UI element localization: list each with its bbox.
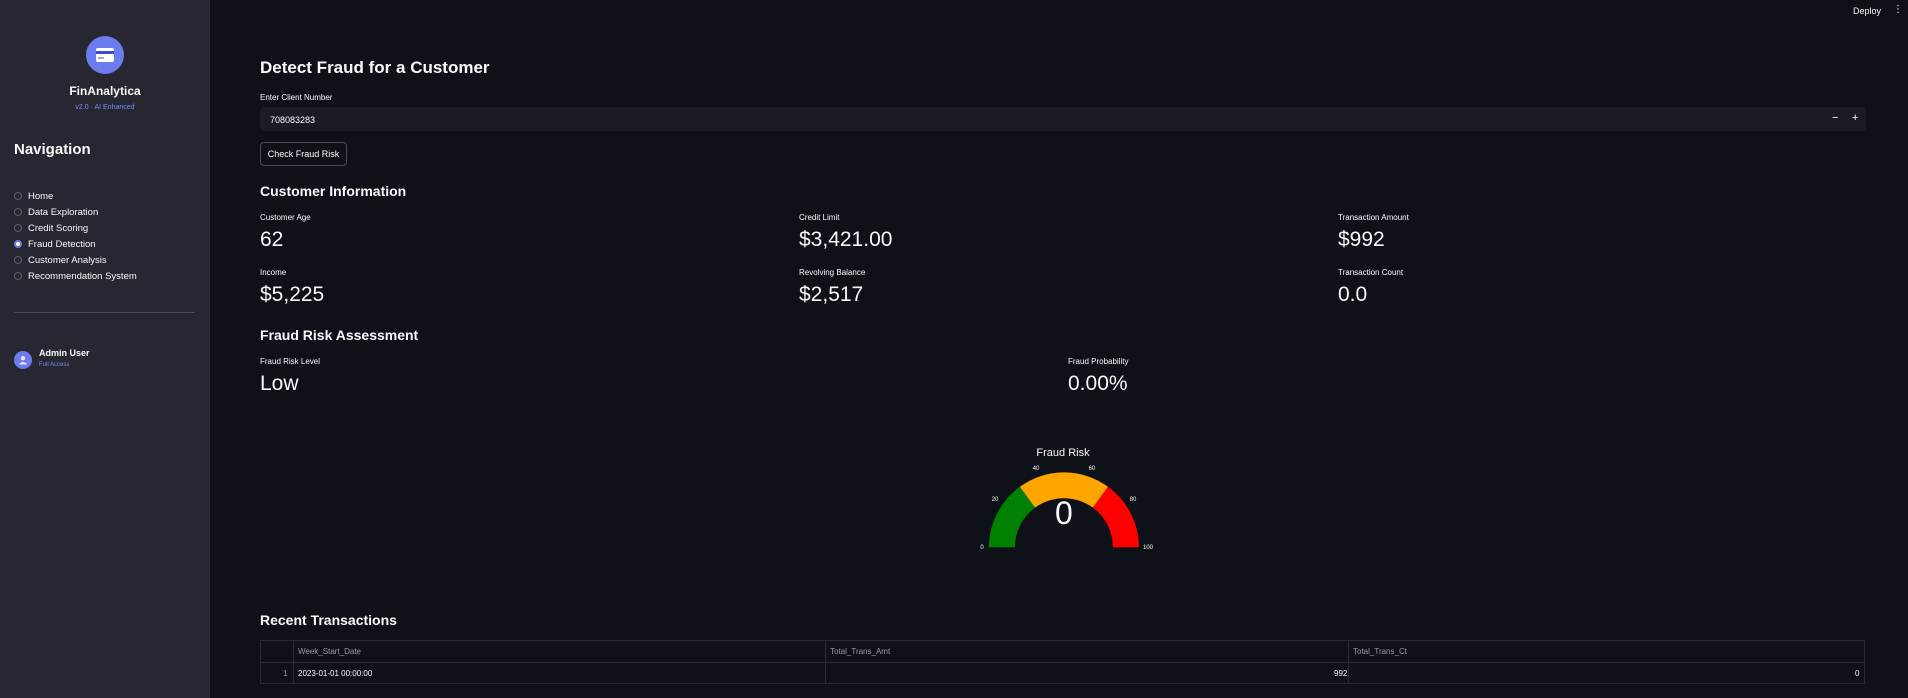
row-divider [261,662,1864,663]
nav-item-label: Fraud Detection [28,238,96,250]
metric-value: 0.0 [1338,283,1368,306]
metric-label: Transaction Amount [1338,213,1409,222]
nav-item-data-exploration[interactable]: Data Exploration [14,204,137,220]
column-divider [825,641,826,683]
gauge-tick: 100 [1143,545,1154,551]
metric-value: $992 [1338,228,1385,251]
nav-title: Navigation [14,141,91,158]
nav-item-fraud-detection[interactable]: Fraud Detection [14,236,137,252]
radio-icon [14,192,22,200]
client-number-input[interactable] [268,107,1772,133]
gauge-tick: 80 [1130,497,1137,503]
brand-name: FinAnalytica [69,84,141,98]
radio-icon [14,256,22,264]
metric-label: Transaction Count [1338,268,1404,277]
credit-card-icon [96,48,114,62]
nav-item-home[interactable]: Home [14,188,137,204]
metric-label: Income [260,268,287,277]
metric-label: Revolving Balance [799,268,866,277]
metric-value: $3,421.00 [799,228,893,251]
column-header[interactable]: Week_Start_Date [298,641,361,662]
nav-item-label: Home [28,190,54,202]
nav-list: Home Data Exploration Credit Scoring Fra… [14,188,137,284]
metric-value: $2,517 [799,283,864,306]
metric-value: 62 [260,228,284,251]
risk-level-value: Low [260,372,299,395]
deploy-button[interactable]: Deploy [1853,6,1881,16]
more-options-icon[interactable]: ⋮ [1893,4,1903,15]
brand-version: v2.0 · AI Enhanced [75,104,135,111]
nav-item-label: Data Exploration [28,206,99,218]
nav-item-label: Recommendation System [28,270,137,282]
table-cell[interactable]: 2023-01-01 00:00:00 [298,663,372,684]
gauge-tick: 40 [1033,466,1040,472]
user-name: Admin User [39,348,90,358]
gauge-tick: 60 [1089,466,1096,472]
logo [86,36,124,74]
avatar [14,351,32,369]
gauge-tick: 20 [992,497,999,503]
increment-button[interactable]: + [1852,112,1858,124]
client-number-field: − + [260,107,1866,133]
table-cell[interactable]: 0 [1855,663,1859,684]
fraud-risk-gauge: Fraud Risk 0 0 20 40 60 80 100 [980,447,1154,551]
column-divider [1348,641,1349,683]
nav-item-credit-scoring[interactable]: Credit Scoring [14,220,137,236]
user-role: Full Access [39,362,70,368]
metric-label: Customer Age [260,213,311,222]
transactions-table[interactable]: Week_Start_Date Total_Trans_Amt Total_Tr… [260,640,1865,684]
sidebar: FinAnalytica v2.0 · AI Enhanced Navigati… [0,0,210,698]
nav-item-label: Credit Scoring [28,222,89,234]
gauge-title: Fraud Risk [1036,447,1090,459]
client-number-label: Enter Client Number [260,93,333,102]
user-icon [19,356,27,365]
probability-label: Fraud Probability [1068,357,1129,366]
column-header[interactable]: Total_Trans_Amt [830,641,890,662]
divider [14,312,195,313]
metric-value: $5,225 [260,283,325,306]
decrement-button[interactable]: − [1832,112,1838,124]
column-header[interactable]: Total_Trans_Ct [1353,641,1407,662]
recent-transactions-title: Recent Transactions [260,612,397,628]
check-fraud-risk-button[interactable]: Check Fraud Risk [260,142,347,166]
fraud-risk-title: Fraud Risk Assessment [260,327,419,343]
nav-item-recommendation-system[interactable]: Recommendation System [14,268,137,284]
column-divider [293,641,294,683]
risk-level-label: Fraud Risk Level [260,357,321,366]
customer-info-title: Customer Information [260,183,407,199]
radio-icon [14,272,22,280]
nav-item-customer-analysis[interactable]: Customer Analysis [14,252,137,268]
radio-selected-icon [14,240,22,248]
probability-value: 0.00% [1068,372,1128,395]
nav-item-label: Customer Analysis [28,254,107,266]
radio-icon [14,208,22,216]
gauge-tick: 0 [980,545,984,551]
page-title: Detect Fraud for a Customer [260,58,490,77]
row-index: 1 [283,669,288,678]
gauge-value: 0 [1055,495,1073,531]
table-cell[interactable]: 992 [1334,663,1347,684]
metric-label: Credit Limit [799,213,840,222]
radio-icon [14,224,22,232]
